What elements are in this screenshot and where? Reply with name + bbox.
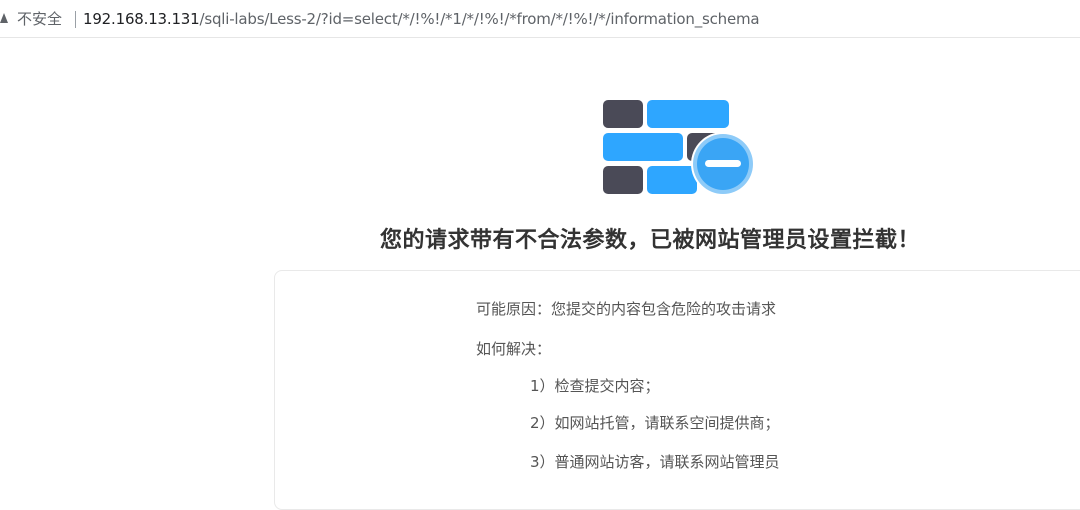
security-status-label[interactable]: 不安全 bbox=[17, 9, 62, 29]
url-path: /sqli-labs/Less-2/?id=select/*/!%!/*1/*/… bbox=[199, 10, 760, 28]
address-divider bbox=[75, 11, 76, 28]
solution-step-1: 1）检查提交内容； bbox=[530, 377, 660, 395]
url-host: 192.168.13.131 bbox=[83, 10, 200, 28]
blocked-firewall-icon bbox=[603, 100, 755, 196]
how-to-solve-label: 如何解决： bbox=[476, 340, 552, 358]
warning-triangle-icon[interactable] bbox=[0, 13, 8, 23]
url-text[interactable]: 192.168.13.131/sqli-labs/Less-2/?id=sele… bbox=[83, 9, 760, 29]
address-bar[interactable]: 不安全 192.168.13.131/sqli-labs/Less-2/?id=… bbox=[0, 0, 1080, 38]
reason-card: 可能原因：您提交的内容包含危险的攻击请求 如何解决： 1）检查提交内容； 2）如… bbox=[274, 270, 1080, 510]
possible-reason-text: 可能原因：您提交的内容包含危险的攻击请求 bbox=[476, 300, 777, 318]
solution-step-3: 3）普通网站访客，请联系网站管理员 bbox=[530, 453, 780, 471]
solution-step-2: 2）如网站托管，请联系空间提供商； bbox=[530, 414, 780, 432]
block-message-title: 您的请求带有不合法参数，已被网站管理员设置拦截！ bbox=[380, 228, 921, 253]
